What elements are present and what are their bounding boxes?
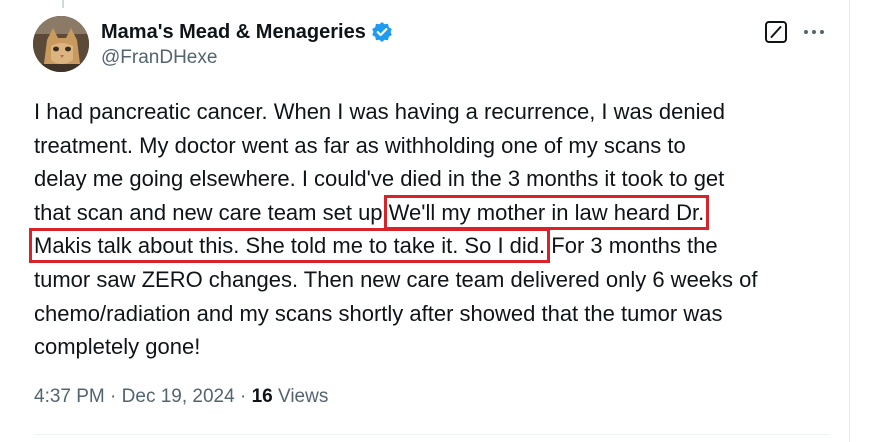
author-name-row[interactable]: Mama's Mead & Menageries (101, 18, 393, 46)
tweet-text-line: tumor saw ZERO changes. Then new care te… (34, 263, 834, 297)
views-label: Views (272, 386, 329, 407)
text-segment: delay me going elsewhere. I could've die… (34, 166, 725, 192)
tweet-text-line: I had pancreatic cancer. When I was havi… (34, 95, 834, 129)
highlighted-text: Makis talk about this. She told me to ta… (28, 228, 551, 264)
cat-avatar-icon (33, 16, 89, 72)
tweet-text-line: treatment. My doctor went as far as with… (34, 129, 834, 163)
tweet-text-line: that scan and new care team set up.We'll… (34, 194, 834, 230)
meta-separator: · (104, 386, 122, 407)
grok-slash-icon (765, 21, 787, 43)
tweet-text: I had pancreatic cancer. When I was havi… (28, 95, 834, 364)
text-segment: treatment. My doctor went as far as with… (34, 132, 686, 158)
tweet-text-line: delay me going elsewhere. I could've die… (34, 162, 834, 196)
grok-button[interactable] (763, 19, 789, 45)
meta-separator: · (234, 386, 252, 407)
author-handle[interactable]: @FranDHexe (101, 47, 217, 69)
text-segment: that scan and new care team set up. (34, 199, 389, 225)
text-segment: tumor saw ZERO changes. Then new care te… (34, 266, 758, 292)
text-segment: For 3 months the (545, 233, 718, 259)
views-count: 16 (251, 386, 273, 407)
text-segment: chemo/radiation and my scans shortly aft… (34, 300, 723, 326)
tweet-detail: Mama's Mead & Menageries @FranDHexe I ha… (0, 0, 870, 442)
more-dots-icon (804, 30, 824, 34)
highlighted-text: We'll my mother in law heard Dr. (383, 194, 710, 230)
avatar[interactable] (33, 16, 89, 72)
column-border (849, 0, 850, 442)
verified-badge-icon[interactable] (371, 21, 393, 43)
tweet-text-line: completely gone! (34, 330, 834, 364)
divider (34, 434, 830, 435)
tweet-time[interactable]: 4:37 PM (34, 386, 105, 407)
text-segment: I had pancreatic cancer. When I was havi… (34, 99, 725, 124)
tweet-text-line: Makis talk about this. She told me to ta… (28, 228, 834, 264)
tweet-meta: 4:37 PM · Dec 19, 2024 · 16 Views (34, 386, 328, 408)
tweet-date[interactable]: Dec 19, 2024 (122, 386, 235, 407)
thread-connector-line (62, 0, 64, 8)
tweet-text-line: chemo/radiation and my scans shortly aft… (34, 297, 834, 331)
author-display-name[interactable]: Mama's Mead & Menageries (101, 21, 366, 44)
more-options-button[interactable] (801, 20, 827, 44)
text-segment: completely gone! (34, 334, 201, 360)
